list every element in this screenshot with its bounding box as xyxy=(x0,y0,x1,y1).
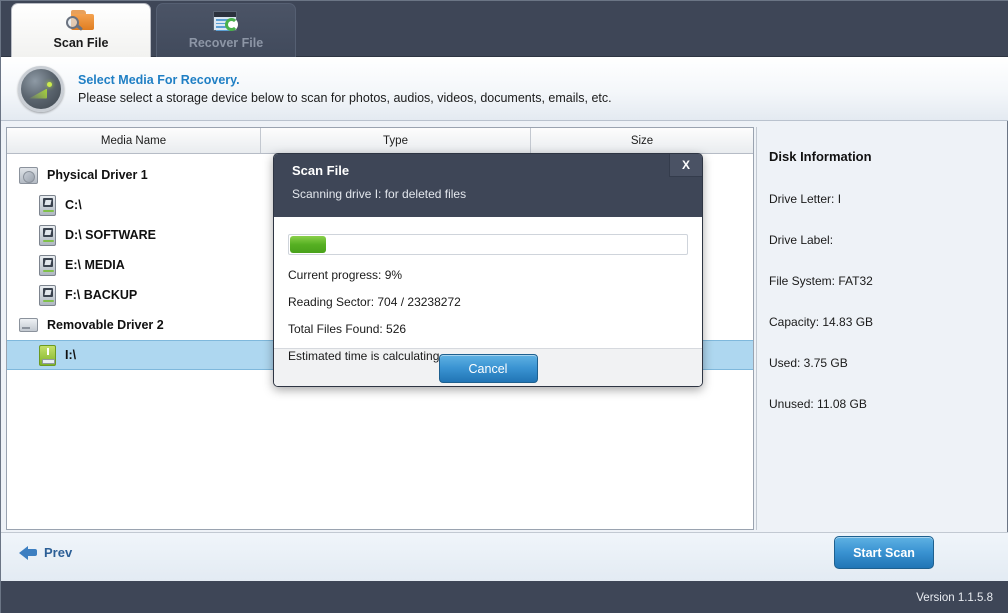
arrow-left-icon xyxy=(19,546,28,560)
scan-progress-bar xyxy=(288,234,688,255)
removable-disk-icon xyxy=(19,318,38,332)
banner-title: Select Media For Recovery. xyxy=(78,73,612,87)
dialog-header: Scan File Scanning drive I: for deleted … xyxy=(274,154,702,217)
current-progress-text: Current progress: 9% xyxy=(288,268,688,282)
media-list-header: Media Name Type Size xyxy=(7,128,753,154)
drive-icon xyxy=(39,225,56,246)
tree-item-label: D:\ SOFTWARE xyxy=(65,228,156,242)
tab-recover-file[interactable]: Recover File xyxy=(156,3,296,57)
scan-file-dialog: Scan File Scanning drive I: for deleted … xyxy=(273,153,703,387)
disk-info-drive-letter: Drive Letter: I xyxy=(769,192,1004,206)
total-files-found-text: Total Files Found: 526 xyxy=(288,322,688,336)
hard-disk-icon xyxy=(19,167,38,184)
drive-icon xyxy=(39,285,56,306)
disk-info-capacity: Capacity: 14.83 GB xyxy=(769,315,1004,329)
header-banner: Select Media For Recovery. Please select… xyxy=(1,57,1008,121)
tab-scan-file[interactable]: Scan File xyxy=(11,3,151,57)
column-header-media-name[interactable]: Media Name xyxy=(7,128,261,153)
cancel-button[interactable]: Cancel xyxy=(439,354,538,383)
application-window: Scan File Recover File Select Media For … xyxy=(0,0,1008,613)
tree-item-label: E:\ MEDIA xyxy=(65,258,125,272)
version-label: Version 1.1.5.8 xyxy=(916,592,993,604)
tab-recover-file-label: Recover File xyxy=(189,36,263,50)
banner-subtitle: Please select a storage device below to … xyxy=(78,91,612,105)
start-scan-button[interactable]: Start Scan xyxy=(834,536,934,569)
dialog-title: Scan File xyxy=(292,163,702,178)
tree-item-label: F:\ BACKUP xyxy=(65,288,137,302)
reading-sector-text: Reading Sector: 704 / 23238272 xyxy=(288,295,688,309)
usb-drive-icon xyxy=(39,345,56,366)
disk-info-used: Used: 3.75 GB xyxy=(769,356,1004,370)
disk-info-file-system: File System: FAT32 xyxy=(769,274,1004,288)
tree-item-label: C:\ xyxy=(65,198,82,212)
tree-item-label: I:\ xyxy=(65,348,76,362)
dialog-body: Current progress: 9% Reading Sector: 704… xyxy=(274,217,702,348)
version-bar: Version 1.1.5.8 xyxy=(1,581,1008,613)
disk-info-drive-label: Drive Label: xyxy=(769,233,1004,247)
folder-search-icon xyxy=(64,7,98,35)
column-header-type[interactable]: Type xyxy=(261,128,531,153)
drive-icon xyxy=(39,255,56,276)
tab-scan-file-label: Scan File xyxy=(54,36,109,50)
arrow-left-tail xyxy=(27,549,37,556)
disk-information-panel: Disk Information Drive Letter: I Drive L… xyxy=(756,127,1004,530)
tree-item-label: Removable Driver 2 xyxy=(47,318,164,332)
dialog-subtitle: Scanning drive I: for deleted files xyxy=(292,187,702,201)
close-icon[interactable]: X xyxy=(669,154,702,177)
scan-progress-fill xyxy=(290,236,326,253)
disk-info-unused: Unused: 11.08 GB xyxy=(769,397,1004,411)
radar-icon xyxy=(18,66,64,112)
tab-bar: Scan File Recover File xyxy=(1,1,1008,57)
tree-item-label: Physical Driver 1 xyxy=(47,168,148,182)
disk-information-title: Disk Information xyxy=(769,149,1004,164)
document-refresh-icon xyxy=(209,7,243,35)
prev-button[interactable]: Prev xyxy=(19,545,72,560)
column-header-size[interactable]: Size xyxy=(531,128,753,153)
drive-icon xyxy=(39,195,56,216)
prev-button-label: Prev xyxy=(44,545,72,560)
